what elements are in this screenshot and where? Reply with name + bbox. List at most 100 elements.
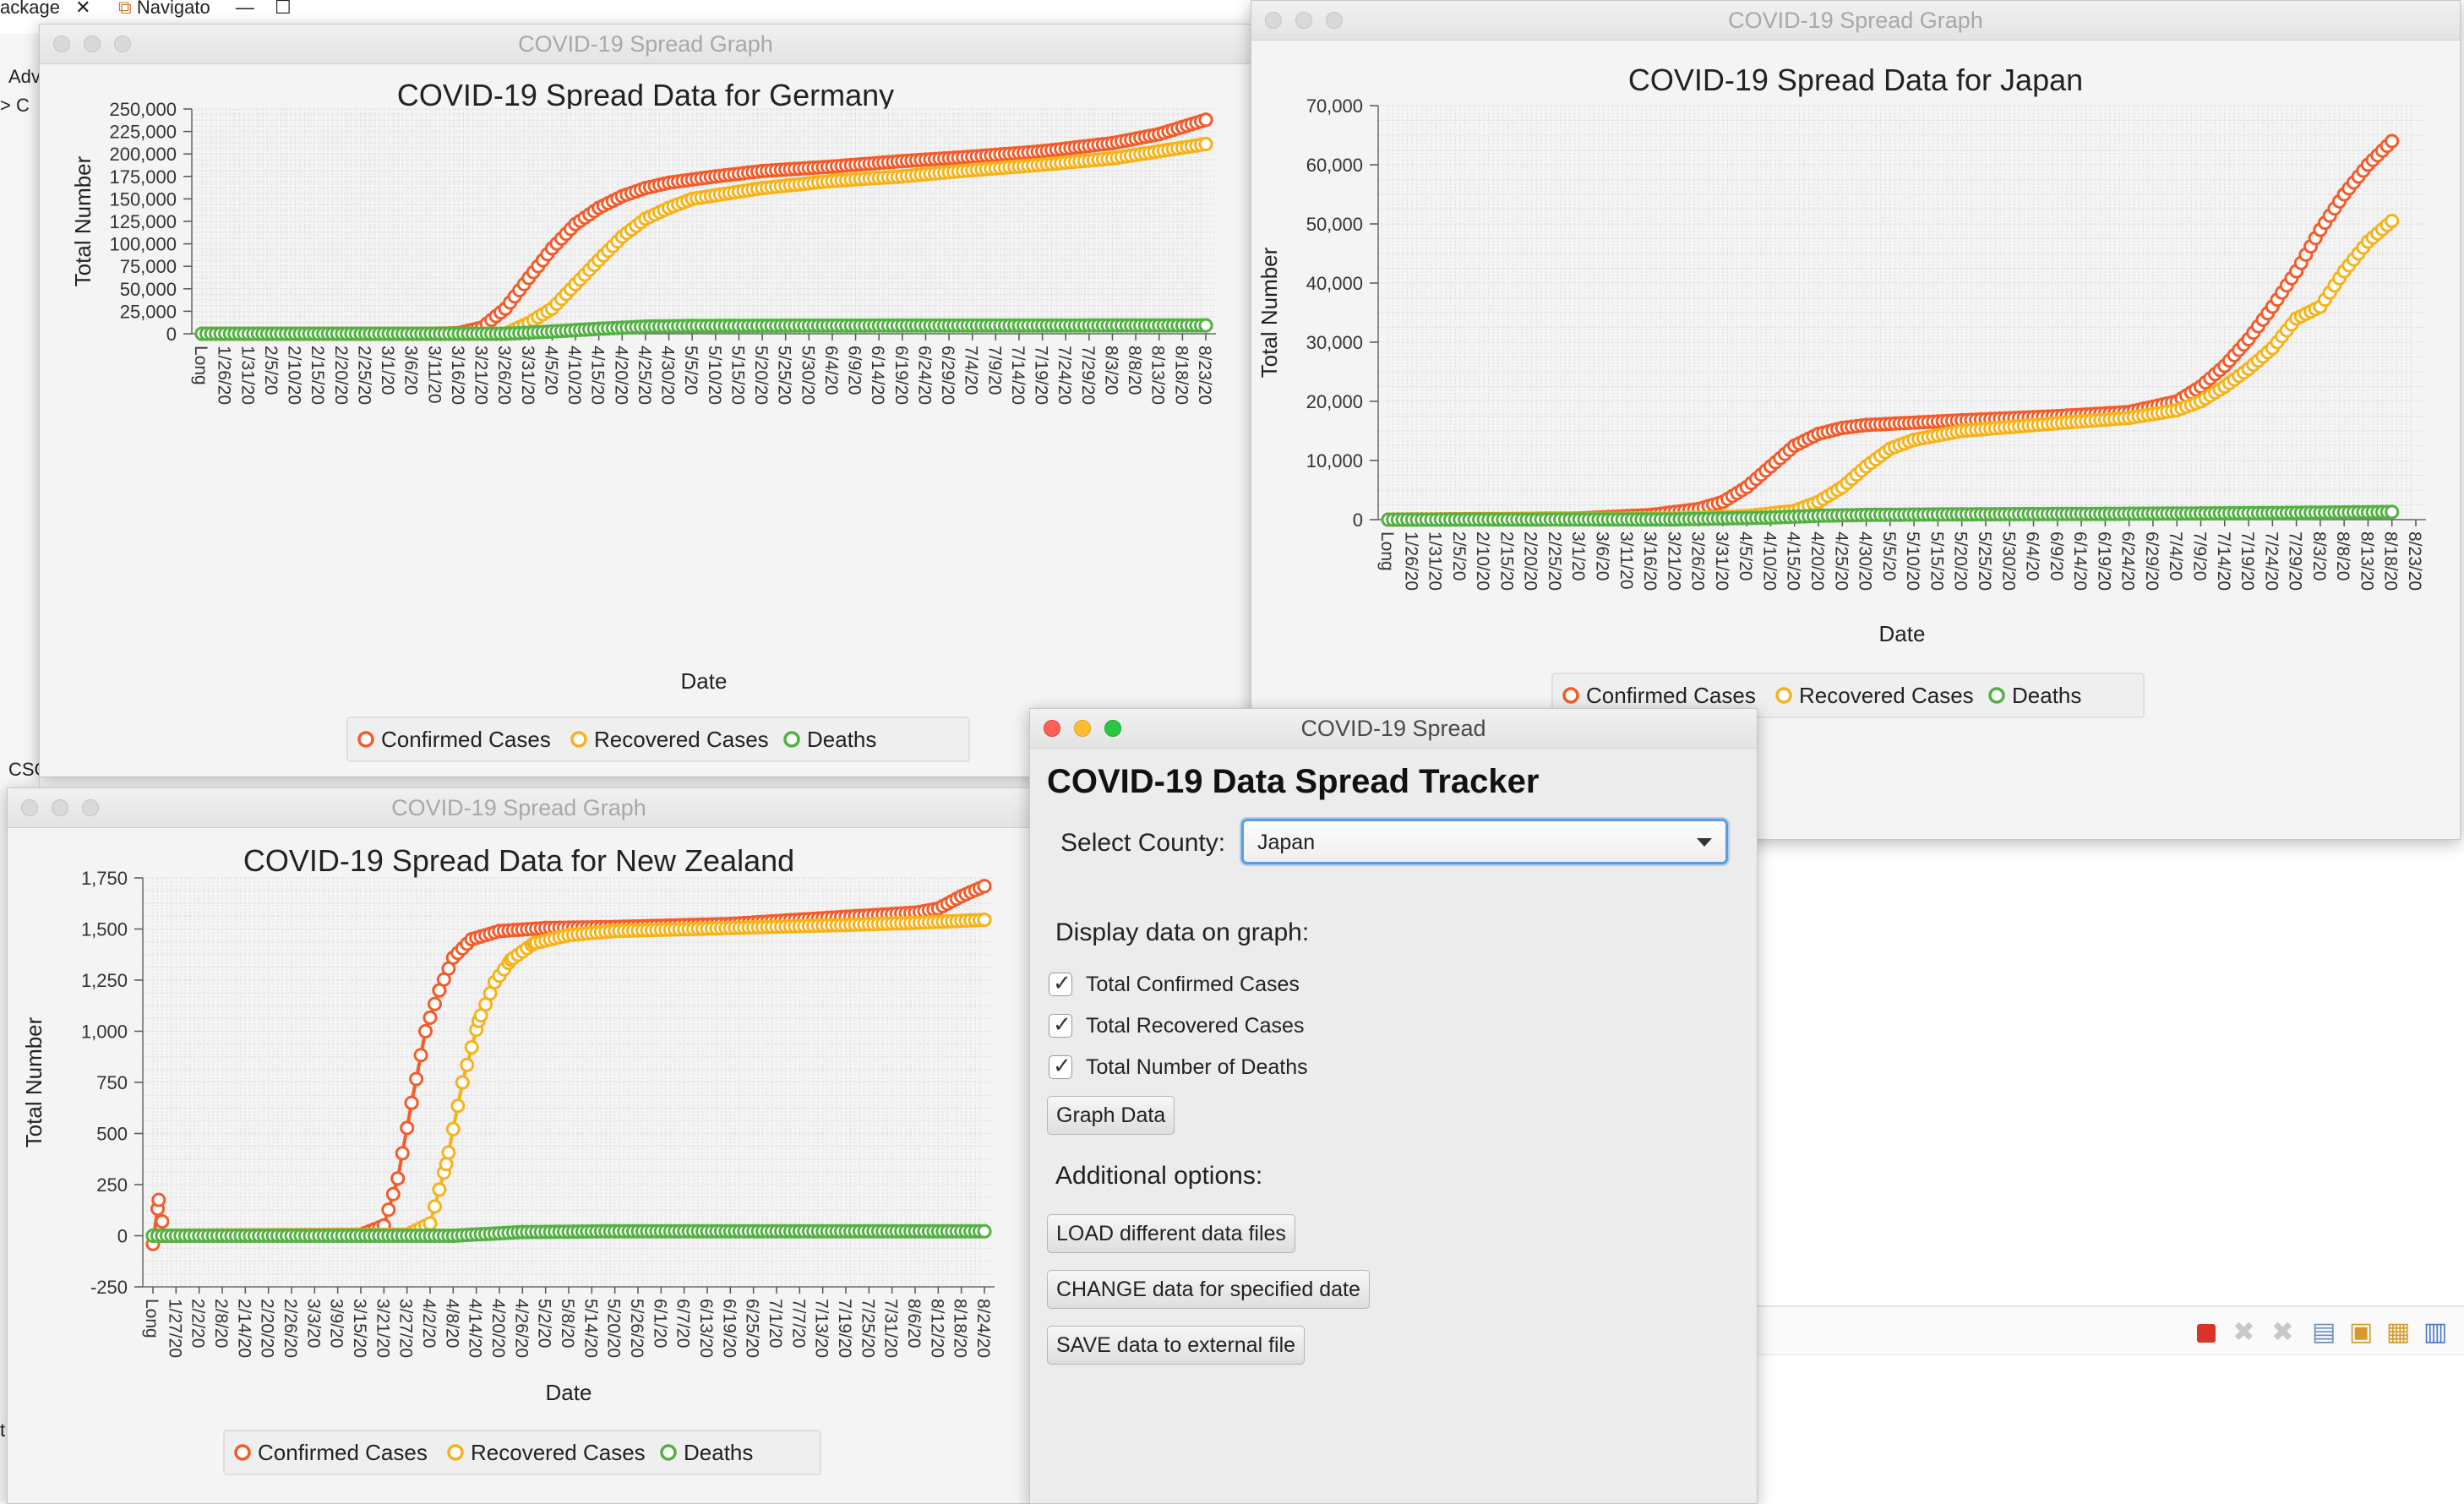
nz-chart: COVID-19 Spread Data for New Zealand -250… <box>21 843 995 1475</box>
x-tick-label: 2/5/20 <box>1449 531 1469 580</box>
y-tick-label: 50,000 <box>1306 214 1363 235</box>
legend-label: Confirmed Cases <box>381 727 551 752</box>
maximize-icon[interactable]: ☐ <box>275 0 292 18</box>
nz-graph-window: COVID-19 Spread Graph COVID-19 Spread Da… <box>7 787 1031 1504</box>
x-tick-label: 8/8/20 <box>2333 531 2352 580</box>
legend-marker <box>1775 687 1792 704</box>
x-tick-label: 8/13/20 <box>2357 531 2376 591</box>
x-tick-label: 7/19/20 <box>835 1299 854 1358</box>
x-tick-label: 2/25/20 <box>354 346 373 405</box>
close-icon[interactable]: ✕ <box>75 0 90 18</box>
legend-label: Recovered Cases <box>471 1440 646 1465</box>
x-tick-label: 3/26/20 <box>1688 531 1708 591</box>
x-tick-label: 7/31/20 <box>881 1299 901 1358</box>
data-point <box>439 1157 454 1172</box>
x-tick-label: 3/16/20 <box>1640 531 1660 591</box>
x-tick-label: 7/9/20 <box>2189 531 2209 580</box>
x-tick-label: 4/30/20 <box>1856 531 1875 591</box>
legend-marker <box>1562 687 1579 704</box>
legend: Confirmed Cases Recovered Cases Deaths <box>223 1430 821 1475</box>
data-point <box>381 1202 396 1218</box>
ide-sidebar-text-t: t <box>0 1420 6 1441</box>
x-tick-label: 1/27/20 <box>165 1299 184 1358</box>
data-point <box>151 1192 166 1207</box>
ide-tab-navigator-label: Navigato <box>136 0 210 18</box>
x-tick-label: 4/5/20 <box>1736 531 1755 580</box>
chart-title: COVID-19 Spread Data for New Zealand <box>243 843 794 878</box>
save-data-button[interactable]: SAVE data to external file <box>1047 1326 1306 1365</box>
y-tick-label: 125,000 <box>109 211 177 232</box>
legend-label: Deaths <box>807 727 876 752</box>
x-tick-label: 6/4/20 <box>2023 531 2042 580</box>
x-tick-label: 3/31/20 <box>518 346 537 405</box>
y-tick-label: 175,000 <box>109 166 177 188</box>
x-tick-label: 2/2/20 <box>188 1299 208 1348</box>
x-tick-label: 8/23/20 <box>2405 531 2424 591</box>
x-tick-label: 6/14/20 <box>2070 531 2090 591</box>
window-titlebar[interactable]: COVID-19 Spread Graph <box>8 788 1030 828</box>
change-data-button[interactable]: CHANGE data for specified date <box>1047 1270 1370 1309</box>
x-tick-label: 5/8/20 <box>558 1299 577 1348</box>
legend-marker <box>447 1444 464 1461</box>
x-tick-label: 3/11/20 <box>1616 531 1636 590</box>
ide-tab-navigator[interactable]: ⧉ Navigato — ☐ <box>118 0 292 19</box>
checkbox-deaths[interactable]: ✓ <box>1049 1053 1072 1079</box>
x-tick-label: 7/19/20 <box>1032 346 1051 405</box>
data-point <box>422 1216 438 1231</box>
legend-label: Deaths <box>2012 683 2081 708</box>
x-tick-label: 2/20/20 <box>258 1299 277 1358</box>
legend-marker <box>570 731 587 748</box>
data-point <box>413 1048 428 1063</box>
minimize-icon[interactable]: — <box>236 0 254 18</box>
remove-all-icon[interactable]: ✖ <box>2271 1316 2294 1348</box>
x-tick-label: 5/20/20 <box>1951 531 1971 591</box>
x-tick-label: 6/7/20 <box>673 1299 693 1348</box>
graph-data-button[interactable]: Graph Data <box>1047 1096 1175 1135</box>
remove-launch-icon[interactable]: ✖ <box>2232 1316 2255 1348</box>
y-tick-label: 0 <box>166 324 177 345</box>
x-tick-label: 7/14/20 <box>1008 346 1028 405</box>
pin-console-icon[interactable]: ▦ <box>2386 1317 2410 1347</box>
checkbox-confirmed[interactable]: ✓ <box>1049 970 1072 996</box>
x-tick-label: 3/6/20 <box>1593 531 1612 580</box>
x-tick-label: 6/19/20 <box>891 346 911 405</box>
load-files-button[interactable]: LOAD different data files <box>1047 1214 1295 1253</box>
x-tick-label: 7/4/20 <box>2166 531 2185 580</box>
x-tick-label: 2/5/20 <box>261 346 281 395</box>
y-tick-label: 0 <box>117 1226 128 1247</box>
x-tick-label: 5/15/20 <box>728 346 747 405</box>
ide-tab-package[interactable]: ackage ✕ <box>0 0 91 19</box>
x-tick-label: 6/14/20 <box>868 346 887 405</box>
x-tick-label: 5/25/20 <box>1975 531 1994 591</box>
legend-label: Confirmed Cases <box>258 1440 428 1465</box>
x-tick-label: 6/19/20 <box>719 1299 739 1358</box>
y-tick-label: 60,000 <box>1306 155 1363 176</box>
clear-console-icon[interactable]: ▤ <box>2312 1317 2336 1347</box>
x-tick-label: 7/4/20 <box>962 346 981 395</box>
y-tick-label: 100,000 <box>109 234 177 255</box>
data-point <box>428 996 442 1011</box>
country-select[interactable]: Japan <box>1241 819 1728 864</box>
y-tick-label: 1,000 <box>81 1022 128 1043</box>
germany-chart: COVID-19 Spread Data for Germany025,0005… <box>70 78 1216 762</box>
display-console-icon[interactable]: ▥ <box>2423 1317 2447 1347</box>
x-tick-label: 6/1/20 <box>650 1299 669 1348</box>
x-tick-label: 2/20/20 <box>1521 531 1540 591</box>
data-point <box>395 1146 410 1161</box>
y-tick-label: 1,250 <box>81 970 128 991</box>
scroll-lock-icon[interactable]: ▣ <box>2349 1317 2373 1347</box>
stop-icon[interactable] <box>2197 1324 2216 1343</box>
window-titlebar[interactable]: COVID-19 Spread Graph <box>1251 1 2460 41</box>
data-point <box>390 1171 406 1186</box>
window-titlebar[interactable]: COVID-19 Spread Graph <box>40 25 1251 64</box>
x-tick-label: Long <box>191 346 210 385</box>
y-tick-label: 150,000 <box>109 188 177 210</box>
window-titlebar[interactable]: COVID-19 Spread <box>1030 709 1757 749</box>
x-tick-label: 8/3/20 <box>2309 531 2329 580</box>
x-tick-label: 5/26/20 <box>627 1299 646 1358</box>
checkbox-recovered[interactable]: ✓ <box>1049 1011 1072 1038</box>
data-point <box>445 1121 461 1136</box>
x-tick-label: 6/29/20 <box>2142 531 2161 591</box>
x-tick-label: 6/19/20 <box>2094 531 2113 591</box>
legend-marker <box>1988 687 2005 704</box>
